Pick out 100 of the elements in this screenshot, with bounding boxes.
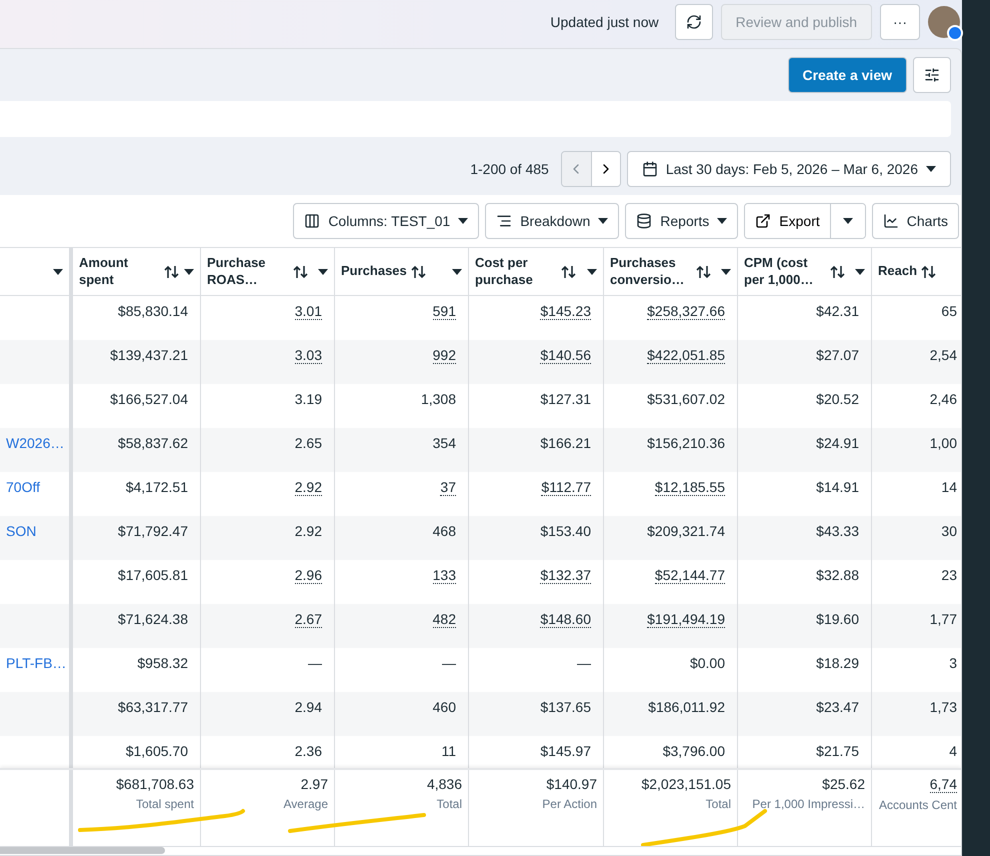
table-cell: $27.07: [816, 347, 859, 363]
breakdown-button[interactable]: Breakdown: [485, 203, 620, 239]
campaign-link[interactable]: PLT-FB…: [6, 655, 66, 671]
table-cell: 37: [440, 479, 456, 496]
table-cell: $140.56: [540, 347, 591, 364]
campaign-link[interactable]: 70Off: [6, 479, 40, 495]
table-cell: —: [308, 655, 322, 671]
column-menu-caret-icon[interactable]: [318, 268, 328, 274]
table-cell: 65: [941, 303, 957, 319]
export-menu-button[interactable]: [830, 204, 865, 238]
sort-icon[interactable]: [164, 264, 180, 278]
table-cell: $145.23: [540, 303, 591, 320]
sort-icon[interactable]: [921, 264, 938, 278]
campaign-link[interactable]: W2026…: [6, 435, 64, 451]
column-header[interactable]: Amount spent: [79, 254, 160, 288]
total-value: $681,708.63: [116, 776, 194, 792]
table-cell: $4,172.51: [126, 479, 188, 495]
column-header[interactable]: Purchase ROAS…: [207, 254, 289, 288]
table-cell: 4: [949, 743, 957, 759]
date-range-button[interactable]: Last 30 days: Feb 5, 2026 – Mar 6, 2026: [626, 151, 951, 187]
dropdown-caret-icon[interactable]: [926, 166, 936, 172]
settings-button[interactable]: [913, 57, 951, 93]
total-value: $140.97: [546, 776, 597, 792]
avatar[interactable]: [928, 6, 960, 38]
table-cell: $58,837.62: [118, 435, 188, 451]
table-cell: $422,051.85: [647, 347, 725, 364]
table-cell: $63,317.77: [118, 699, 188, 715]
create-view-button[interactable]: Create a view: [788, 57, 907, 93]
table-cell: 2.67: [294, 611, 322, 628]
table-cell: 30: [941, 523, 957, 539]
table-cell: 2.92: [294, 479, 322, 496]
breakdown-icon: [496, 213, 512, 229]
chart-icon: [882, 213, 899, 229]
next-page-button[interactable]: [590, 152, 620, 186]
sort-icon[interactable]: [696, 264, 712, 278]
column-menu-caret-icon[interactable]: [184, 268, 194, 274]
refresh-button[interactable]: [674, 4, 713, 40]
column-header[interactable]: Cost per purchase: [475, 254, 557, 288]
table-cell: $958.32: [137, 655, 188, 671]
table-cell: 468: [432, 523, 456, 539]
columns-icon: [304, 213, 320, 229]
table-cell: 354: [432, 435, 456, 451]
table-cell: $139,437.21: [110, 347, 188, 363]
sliders-icon: [924, 67, 940, 83]
table-cell: $145.97: [540, 743, 591, 759]
table-cell: 2.96: [294, 567, 322, 584]
table-cell: $166,527.04: [110, 391, 188, 407]
charts-button[interactable]: Charts: [872, 203, 959, 239]
column-menu-caret-icon[interactable]: [855, 268, 865, 274]
table-cell: $43.33: [816, 523, 859, 539]
table-cell: $52,144.77: [654, 567, 725, 584]
caret-icon[interactable]: [458, 218, 468, 224]
table-cell: 460: [432, 699, 456, 715]
sort-icon[interactable]: [830, 264, 846, 278]
sort-icon[interactable]: [293, 264, 309, 278]
table-cell: $258,327.66: [647, 303, 725, 320]
total-label: Accounts Cent: [878, 798, 957, 812]
table-cell: 23: [941, 567, 957, 583]
column-menu-caret-icon[interactable]: [53, 268, 63, 274]
total-value: 6,74: [930, 776, 957, 793]
table-cell: 2.65: [294, 435, 322, 451]
column-header[interactable]: Purchases: [341, 263, 407, 280]
horizontal-scrollbar[interactable]: [0, 847, 165, 854]
table-cell: $23.47: [816, 699, 859, 715]
table-cell: $1,605.70: [126, 743, 188, 759]
more-button[interactable]: ···: [880, 4, 920, 40]
caret-icon[interactable]: [717, 218, 728, 224]
column-header[interactable]: CPM (cost per 1,000…: [744, 254, 826, 288]
caret-icon[interactable]: [598, 218, 608, 224]
pagination-range: 1-200 of 485: [470, 161, 549, 177]
table-cell: $186,011.92: [648, 699, 725, 715]
table-cell: $166.21: [540, 435, 591, 451]
campaign-link[interactable]: SON: [6, 523, 36, 539]
table-cell: 2.94: [294, 699, 322, 715]
table-cell: —: [577, 655, 591, 671]
table-cell: 482: [432, 611, 456, 628]
refresh-icon: [686, 14, 702, 30]
column-menu-caret-icon[interactable]: [587, 268, 597, 274]
table-cell: $71,792.47: [118, 523, 188, 539]
table-cell: 2,54: [930, 347, 957, 363]
table-cell: 133: [432, 567, 456, 584]
reports-button[interactable]: Reports: [625, 203, 738, 239]
total-value: 4,836: [426, 776, 462, 792]
caret-icon[interactable]: [842, 218, 853, 224]
update-status: Updated just now: [550, 14, 659, 30]
total-label: Per Action: [542, 797, 597, 811]
table-cell: 2.36: [294, 743, 322, 759]
column-header[interactable]: Reach: [878, 263, 918, 280]
sort-icon[interactable]: [410, 264, 427, 278]
table-cell: 3.19: [294, 391, 322, 407]
calendar-icon: [642, 161, 658, 177]
table-cell: $42.31: [816, 303, 859, 319]
sort-icon[interactable]: [561, 264, 577, 278]
column-header[interactable]: Purchases conversio…: [610, 254, 692, 288]
column-menu-caret-icon[interactable]: [721, 268, 731, 274]
table-cell: $71,624.38: [118, 611, 188, 627]
table-cell: $12,185.55: [654, 479, 725, 496]
columns-button[interactable]: Columns: TEST_01: [293, 203, 480, 239]
total-value: $2,023,151.05: [641, 776, 731, 792]
column-menu-caret-icon[interactable]: [452, 268, 462, 274]
